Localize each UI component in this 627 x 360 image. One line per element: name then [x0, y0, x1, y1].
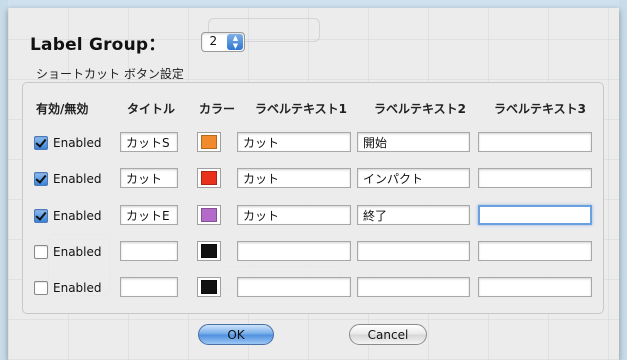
enabled-label: Enabled [53, 245, 102, 259]
color-well[interactable] [197, 205, 221, 225]
color-swatch [201, 280, 217, 294]
title-field[interactable]: カットS [120, 132, 178, 152]
label-text3-field[interactable] [478, 205, 592, 225]
color-swatch [201, 135, 217, 149]
select-arrows-icon: ▲ ▼ [227, 34, 244, 50]
header-title: タイトル [127, 102, 176, 116]
enabled-checkbox[interactable] [34, 209, 48, 223]
enabled-checkbox[interactable] [34, 136, 48, 150]
color-well[interactable] [197, 277, 221, 297]
cancel-button[interactable]: Cancel [349, 324, 427, 345]
label-text1-field[interactable] [237, 277, 351, 297]
label-text3-field[interactable] [478, 168, 592, 188]
enabled-label: Enabled [53, 209, 102, 223]
title-field[interactable]: カット [120, 168, 178, 188]
label-text3-field[interactable] [478, 241, 592, 261]
title-field[interactable]: カットE [120, 205, 178, 225]
header-enabled: 有効/無効 [36, 102, 89, 116]
header-label2: ラベルテキスト2 [374, 102, 466, 116]
label-text3-field[interactable] [478, 277, 592, 297]
color-well[interactable] [197, 132, 221, 152]
header-label1: ラベルテキスト1 [255, 102, 347, 116]
label-group-select[interactable]: 2 ▲ ▼ [201, 32, 246, 52]
window-edge-left [0, 0, 8, 360]
label-group-value: 2 [209, 34, 218, 48]
label-text2-field[interactable] [357, 241, 470, 261]
color-swatch [201, 244, 217, 258]
label-text2-field[interactable] [357, 277, 470, 297]
enabled-label: Enabled [53, 172, 102, 186]
header-label3: ラベルテキスト3 [494, 102, 586, 116]
label-text1-field[interactable] [237, 241, 351, 261]
ok-button[interactable]: OK [198, 324, 274, 345]
enabled-checkbox-wrap[interactable]: Enabled [34, 277, 102, 299]
enabled-checkbox[interactable] [34, 172, 48, 186]
label-text1-field[interactable]: カット [237, 132, 351, 152]
color-well[interactable] [197, 168, 221, 188]
label-text2-field[interactable]: インパクト [357, 168, 470, 188]
label-text3-field[interactable] [478, 132, 592, 152]
label-text2-field[interactable]: 終了 [357, 205, 470, 225]
label-text1-field[interactable]: カット [237, 205, 351, 225]
shortcut-settings-title: ショートカット ボタン設定 [36, 67, 184, 81]
enabled-checkbox-wrap[interactable]: Enabled [34, 205, 102, 227]
title-field[interactable] [120, 241, 178, 261]
enabled-label: Enabled [53, 136, 102, 150]
label-group-row: Label Group： 2 ▲ ▼ [30, 28, 246, 56]
enabled-checkbox-wrap[interactable]: Enabled [34, 132, 102, 154]
label-text1-field[interactable]: カット [237, 168, 351, 188]
enabled-checkbox-wrap[interactable]: Enabled [34, 168, 102, 190]
header-color: カラー [199, 102, 236, 116]
enabled-checkbox[interactable] [34, 281, 48, 295]
label-text2-field[interactable]: 開始 [357, 132, 470, 152]
enabled-checkbox-wrap[interactable]: Enabled [34, 241, 102, 263]
window-edge-right [619, 0, 627, 360]
title-field[interactable] [120, 277, 178, 297]
label-group-title: Label Group： [30, 34, 166, 55]
color-swatch [201, 171, 217, 185]
color-well[interactable] [197, 241, 221, 261]
enabled-label: Enabled [53, 281, 102, 295]
enabled-checkbox[interactable] [34, 245, 48, 259]
color-swatch [201, 208, 217, 222]
